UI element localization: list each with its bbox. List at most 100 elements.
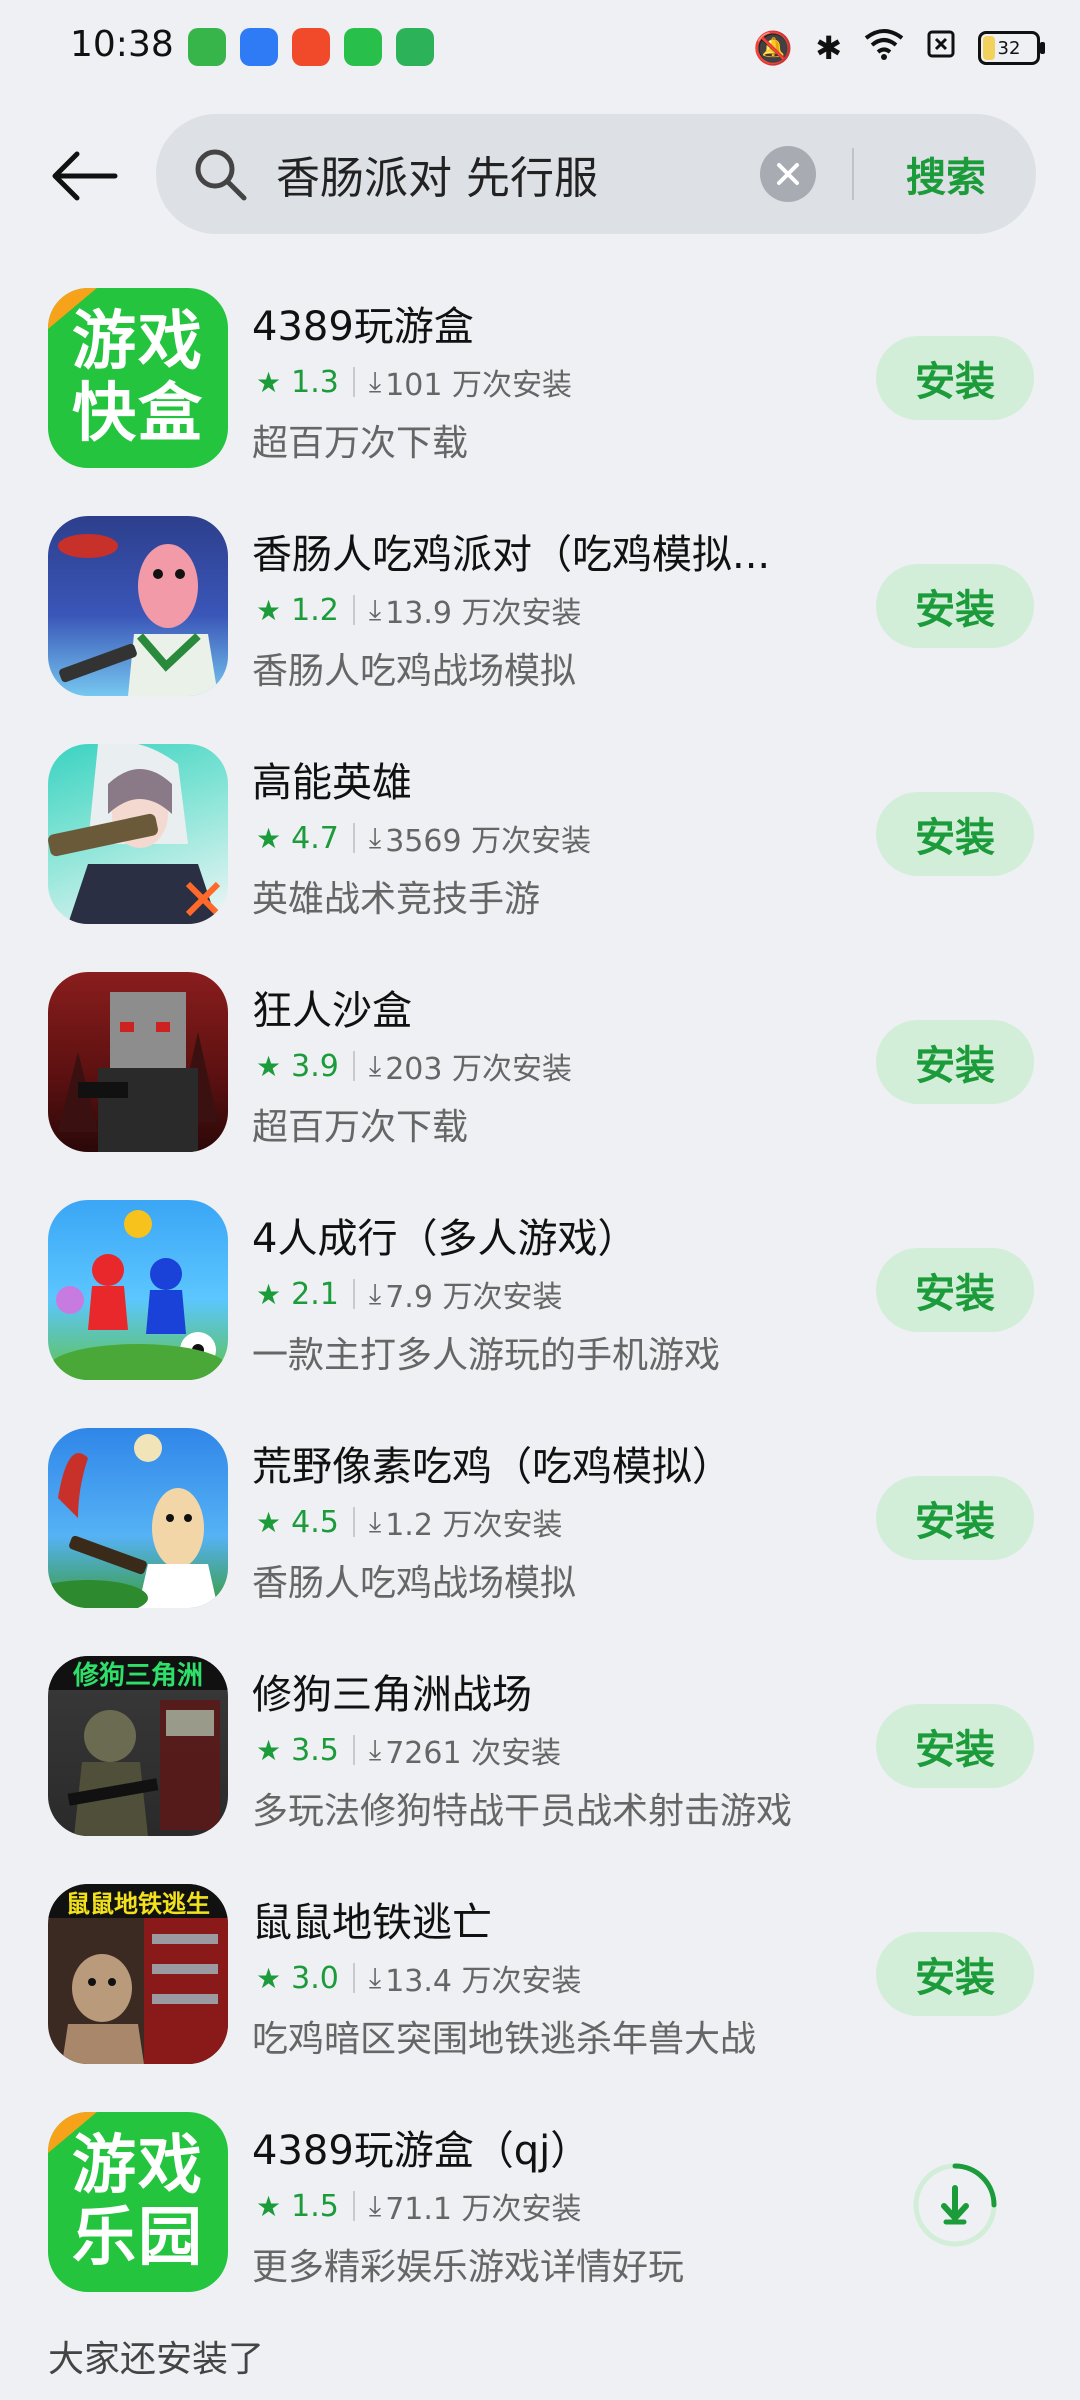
back-button[interactable] <box>44 140 124 212</box>
list-item[interactable]: 香肠人吃鸡派对（吃鸡模拟... ★ 1.2 ⤓ 13.9 万次安装 香肠人吃鸡战… <box>0 496 1080 724</box>
app-installs: 203 万次安装 <box>385 1052 573 1087</box>
download-icon: ⤓ <box>368 1049 382 1082</box>
download-icon: ⤓ <box>368 2189 382 2222</box>
app-name: 高能英雄 <box>252 760 412 806</box>
star-icon: ★ <box>256 593 282 627</box>
download-icon: ⤓ <box>368 593 382 626</box>
app-icon: 修狗三角洲 <box>48 1656 228 1836</box>
star-icon: ★ <box>256 1733 282 1767</box>
install-button[interactable]: 安装 <box>876 1020 1034 1104</box>
app-name: 4人成行（多人游戏） <box>252 1216 638 1262</box>
download-icon: ⤓ <box>368 365 382 398</box>
list-item[interactable]: 鼠鼠地铁逃生 鼠鼠地铁逃亡 ★ 3.0 ⤓ 13.4 万次安装 吃鸡暗区突围地铁… <box>0 1864 1080 2092</box>
app-icon-text: 游戏 <box>72 305 204 379</box>
battery-level: 32 <box>997 37 1021 59</box>
search-divider <box>852 148 854 200</box>
app-description: 更多精彩娱乐游戏详情好玩 <box>252 2247 685 2288</box>
app-description: 吃鸡暗区突围地铁逃杀年兽大战 <box>252 2019 757 2060</box>
install-button[interactable]: 安装 <box>876 1248 1034 1332</box>
back-arrow-icon <box>52 151 118 201</box>
section-title: 大家还安装了 <box>48 2339 265 2380</box>
app-installs: 3569 万次安装 <box>385 824 592 859</box>
battery-icon: 32 <box>978 31 1045 65</box>
app-name: 4389玩游盒（qj） <box>252 2128 591 2174</box>
app-installs: 7.9 万次安装 <box>385 1280 563 1315</box>
app-rating: 3.5 <box>291 1732 339 1768</box>
list-item[interactable]: 游戏 快盒 4389玩游盒 ★ 1.3 ⤓ 101 万次安装 超百万次下载 安装 <box>0 268 1080 496</box>
app-icon <box>48 516 228 696</box>
app-meta: ★ 1.3 ⤓ 101 万次安装 <box>256 360 572 404</box>
star-icon: ★ <box>256 1049 282 1083</box>
install-button[interactable]: 安装 <box>876 1476 1034 1560</box>
install-button[interactable]: 安装 <box>876 1932 1034 2016</box>
app-installs: 13.9 万次安装 <box>385 596 582 631</box>
list-item[interactable]: 荒野像素吃鸡（吃鸡模拟） ★ 4.5 ⤓ 1.2 万次安装 香肠人吃鸡战场模拟 … <box>0 1408 1080 1636</box>
app-icon <box>48 1200 228 1380</box>
app-installs: 13.4 万次安装 <box>385 1964 582 1999</box>
app-description: 多玩法修狗特战干员战术射击游戏 <box>252 1791 793 1832</box>
app-meta: ★ 1.5 ⤓ 71.1 万次安装 <box>256 2184 582 2228</box>
close-icon <box>777 163 799 185</box>
app-icon: 鼠鼠地铁逃生 <box>48 1884 228 2064</box>
install-button[interactable]: 安装 <box>876 1704 1034 1788</box>
search-button[interactable]: 搜索 <box>876 142 1016 206</box>
search-bar: 香肠派对 先行服 搜索 <box>156 114 1036 234</box>
app-description: 香肠人吃鸡战场模拟 <box>252 651 577 692</box>
download-icon: ⤓ <box>368 821 382 854</box>
app-icon-text: 乐园 <box>72 2201 204 2275</box>
list-item[interactable]: 狂人沙盒 ★ 3.9 ⤓ 203 万次安装 超百万次下载 安装 <box>0 952 1080 1180</box>
app-name: 香肠人吃鸡派对（吃鸡模拟... <box>252 532 771 578</box>
app-description: 香肠人吃鸡战场模拟 <box>252 1563 577 1604</box>
download-progress-button[interactable] <box>912 2162 998 2248</box>
install-button[interactable]: 安装 <box>876 792 1034 876</box>
star-icon: ★ <box>256 2189 282 2223</box>
wifi-icon <box>864 28 904 68</box>
install-button[interactable]: 安装 <box>876 564 1034 648</box>
app-list: 游戏 快盒 4389玩游盒 ★ 1.3 ⤓ 101 万次安装 超百万次下载 安装… <box>0 268 1080 2320</box>
app-description: 英雄战术竞技手游 <box>252 879 541 920</box>
app-description: 一款主打多人游玩的手机游戏 <box>252 1335 721 1376</box>
notification-icon-4 <box>344 28 382 66</box>
app-icon-text: 游戏 <box>72 2129 204 2203</box>
app-meta: ★ 1.2 ⤓ 13.9 万次安装 <box>256 588 582 632</box>
app-name: 荒野像素吃鸡（吃鸡模拟） <box>252 1444 732 1490</box>
download-icon: ⤓ <box>368 1733 382 1766</box>
app-rating: 4.7 <box>291 820 339 856</box>
app-rating: 1.3 <box>291 364 339 400</box>
app-icon <box>48 744 228 924</box>
app-rating: 1.2 <box>291 592 339 628</box>
search-input[interactable]: 香肠派对 先行服 <box>276 142 598 206</box>
app-installs: 7261 次安装 <box>385 1736 562 1771</box>
clear-search-button[interactable] <box>760 146 816 202</box>
install-button[interactable]: 安装 <box>876 336 1034 420</box>
list-item[interactable]: 4人成行（多人游戏） ★ 2.1 ⤓ 7.9 万次安装 一款主打多人游玩的手机游… <box>0 1180 1080 1408</box>
list-item[interactable]: 修狗三角洲 修狗三角洲战场 ★ 3.5 ⤓ 7261 次安装 多玩法修狗特战干员… <box>0 1636 1080 1864</box>
app-installs: 1.2 万次安装 <box>385 1508 563 1543</box>
status-time: 10:38 <box>70 24 174 65</box>
status-bar: 10:38 🔕 ✱ 32 <box>0 0 1080 96</box>
app-meta: ★ 4.5 ⤓ 1.2 万次安装 <box>256 1500 562 1544</box>
app-meta: ★ 3.9 ⤓ 203 万次安装 <box>256 1044 572 1088</box>
star-icon: ★ <box>256 1505 282 1539</box>
app-installs: 71.1 万次安装 <box>385 2192 582 2227</box>
search-icon <box>195 149 247 201</box>
bluetooth-icon: ✱ <box>815 29 842 67</box>
download-icon: ⤓ <box>368 1505 382 1538</box>
star-icon: ★ <box>256 821 282 855</box>
app-rating: 3.0 <box>291 1960 339 1996</box>
app-rating: 1.5 <box>291 2188 339 2224</box>
notification-icon-5 <box>396 28 434 66</box>
app-name: 鼠鼠地铁逃亡 <box>252 1900 492 1946</box>
app-icon <box>48 1428 228 1608</box>
download-icon: ⤓ <box>368 1277 382 1310</box>
app-name: 狂人沙盒 <box>252 988 412 1034</box>
list-item[interactable]: 高能英雄 ★ 4.7 ⤓ 3569 万次安装 英雄战术竞技手游 安装 <box>0 724 1080 952</box>
sim-icon <box>926 29 956 67</box>
app-description: 超百万次下载 <box>252 1107 469 1148</box>
app-rating: 4.5 <box>291 1504 339 1540</box>
app-name: 修狗三角洲战场 <box>252 1672 532 1718</box>
list-item[interactable]: 游戏 乐园 4389玩游盒（qj） ★ 1.5 ⤓ 71.1 万次安装 更多精彩… <box>0 2092 1080 2320</box>
app-icon: 游戏 乐园 <box>48 2112 228 2292</box>
app-meta: ★ 4.7 ⤓ 3569 万次安装 <box>256 816 591 860</box>
app-rating: 2.1 <box>291 1276 339 1312</box>
